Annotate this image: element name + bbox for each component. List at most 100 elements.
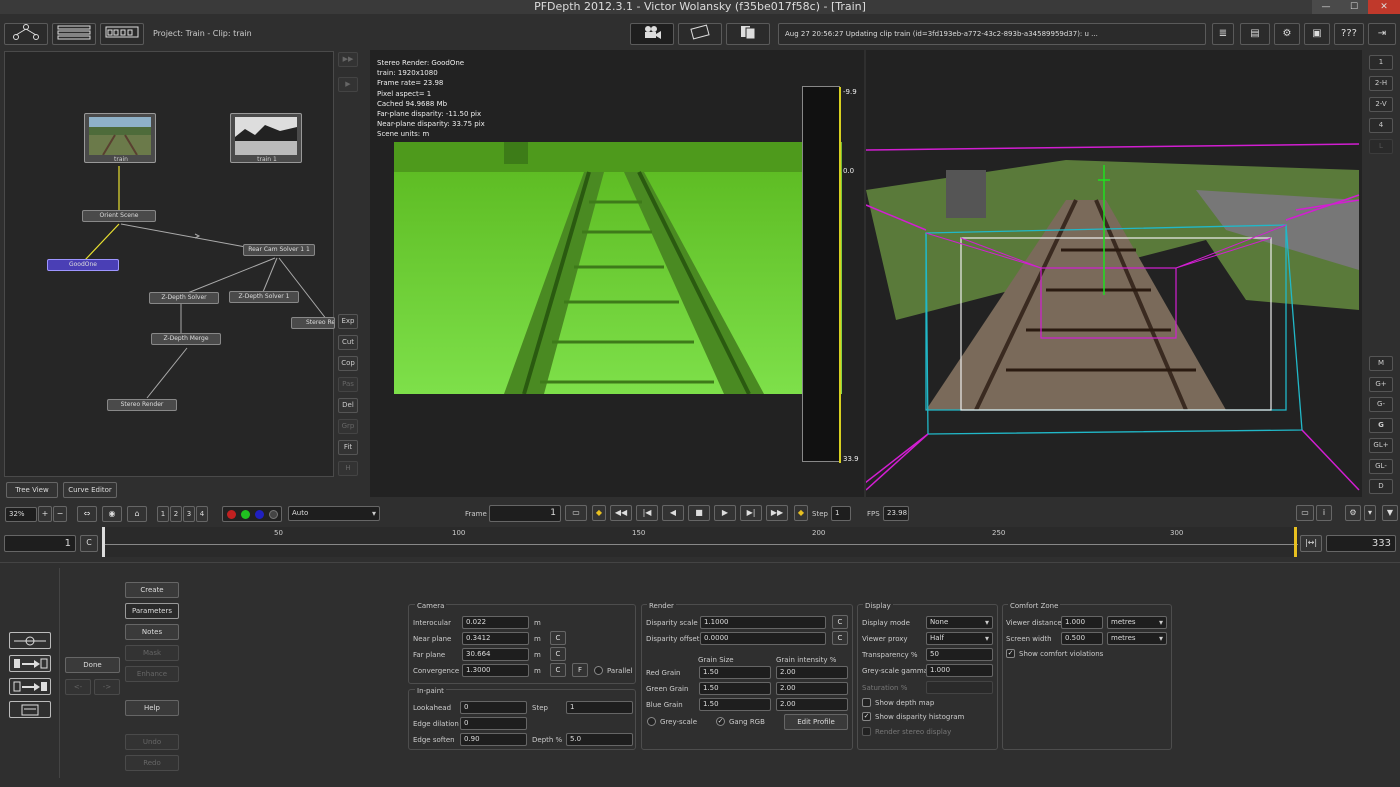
show-depth-map-checkbox[interactable]	[862, 698, 871, 707]
fit-button[interactable]: Fit	[338, 440, 358, 455]
delete-button[interactable]: Del	[338, 398, 358, 413]
viewer-proxy-select[interactable]: Half	[926, 632, 993, 645]
node-train1-thumb[interactable]: train 1	[230, 113, 302, 163]
node-stereo-render[interactable]: Stereo Render	[107, 399, 177, 411]
screen-width-unit-select[interactable]: metres	[1107, 632, 1167, 645]
done-button[interactable]: Done	[65, 657, 120, 673]
timeline-playhead[interactable]	[102, 527, 105, 557]
display-mode-select[interactable]: None	[926, 616, 993, 629]
timeline-start[interactable]: 1	[4, 535, 76, 552]
node-train-thumb[interactable]: train	[84, 113, 156, 163]
clips-layout-button[interactable]	[100, 23, 144, 45]
grid-minus-button[interactable]: G-	[1369, 397, 1393, 412]
tree-layout-button[interactable]	[4, 23, 48, 45]
gang-rgb-checkbox[interactable]: ✓	[716, 717, 725, 726]
hide-button[interactable]: H	[338, 461, 358, 476]
timeline-c-button[interactable]: C	[80, 535, 98, 552]
play-reverse-button[interactable]: ◀	[662, 505, 684, 521]
minimize-button[interactable]: —	[1312, 0, 1340, 14]
node-zdepth-solver-1[interactable]: Z-Depth Solver 1	[229, 291, 299, 303]
mask-button[interactable]: Mask	[125, 645, 179, 661]
enhance-button[interactable]: Enhance	[125, 666, 179, 682]
node-orient-scene[interactable]: Orient Scene	[82, 210, 156, 222]
greyscale-checkbox[interactable]	[647, 717, 656, 726]
channel-mode-select[interactable]: Auto	[288, 506, 380, 521]
edge-soften-input[interactable]: 0.90	[460, 733, 527, 746]
stop-button[interactable]: ■	[688, 505, 710, 521]
blue-grain-size-input[interactable]: 1.50	[699, 698, 771, 711]
far-plane-input[interactable]: 30.664	[462, 648, 529, 661]
convergence-input[interactable]: 1.3000	[462, 664, 529, 677]
disparity-offset-input[interactable]: 0.0000	[700, 632, 826, 645]
view-l-button[interactable]: L	[1369, 139, 1393, 154]
film-view-button[interactable]	[678, 23, 722, 45]
view-slot-2[interactable]: 2	[170, 506, 182, 522]
viewer-3d[interactable]	[855, 50, 1362, 497]
red-grain-intensity-input[interactable]: 2.00	[776, 666, 848, 679]
near-plane-c-button[interactable]: C	[550, 631, 566, 645]
export-button[interactable]: ▣	[1304, 23, 1330, 45]
convergence-c-button[interactable]: C	[550, 663, 566, 677]
documents-button[interactable]	[726, 23, 770, 45]
disparity-scale-c-button[interactable]: C	[832, 615, 848, 629]
maximize-button[interactable]: ☐	[1340, 0, 1368, 14]
grid-lines-minus-button[interactable]: GL-	[1369, 459, 1393, 474]
blue-grain-intensity-input[interactable]: 2.00	[776, 698, 848, 711]
disparity-offset-c-button[interactable]: C	[832, 631, 848, 645]
exit-button[interactable]: ⇥	[1368, 23, 1396, 45]
play-button[interactable]: ▶	[338, 77, 358, 92]
redo-button[interactable]: Redo	[125, 755, 179, 771]
view-2v-button[interactable]: 2-V	[1369, 97, 1393, 112]
timeline-track[interactable]: 50 100 150 200 250 300	[102, 527, 1298, 557]
show-histogram-checkbox[interactable]: ✓	[862, 712, 871, 721]
greyscale-gamma-input[interactable]: 1.000	[926, 664, 993, 677]
help-panel-button[interactable]: Help	[125, 700, 179, 716]
timeline-end-marker[interactable]	[1294, 527, 1297, 557]
close-button[interactable]: ✕	[1368, 0, 1400, 14]
copy-button[interactable]: Cop	[338, 356, 358, 371]
blue-channel-toggle[interactable]	[255, 510, 264, 519]
alpha-channel-toggle[interactable]	[269, 510, 278, 519]
play-forward-button[interactable]: ▶▶	[338, 52, 358, 67]
depth-percent-input[interactable]: 5.0	[566, 733, 633, 746]
snapshot-button[interactable]: ⌂	[127, 506, 147, 522]
render-stereo-checkbox[interactable]	[862, 727, 871, 736]
rewind-start-button[interactable]: ◀◀	[610, 505, 632, 521]
grid-plus-button[interactable]: G+	[1369, 377, 1393, 392]
next-key-button[interactable]: ◆	[794, 505, 808, 521]
green-grain-size-input[interactable]: 1.50	[699, 682, 771, 695]
viewer-distance-unit-select[interactable]: metres	[1107, 616, 1167, 629]
forward-button[interactable]: ->	[94, 679, 120, 695]
paste-button[interactable]: Pas	[338, 377, 358, 392]
import-tool-button[interactable]	[9, 655, 51, 672]
zoom-in-button[interactable]: +	[38, 506, 52, 522]
notes-tab-button[interactable]: Notes	[125, 624, 179, 640]
viewer-distance-input[interactable]: 1.000	[1061, 616, 1103, 629]
slider-tool-button[interactable]	[9, 632, 51, 649]
green-channel-toggle[interactable]	[241, 510, 250, 519]
tab-tree-view[interactable]: Tree View	[6, 482, 58, 498]
comfort-violations-checkbox[interactable]: ✓	[1006, 649, 1015, 658]
help-button[interactable]: ???	[1334, 23, 1364, 45]
node-zdepth-merge[interactable]: Z-Depth Merge	[151, 333, 221, 345]
step-input[interactable]: 1	[831, 506, 851, 521]
node-zdepth-solver[interactable]: Z-Depth Solver	[149, 292, 219, 304]
transparency-input[interactable]: 50	[926, 648, 993, 661]
fit-view-button[interactable]: ⇔	[77, 506, 97, 522]
monitor-button[interactable]: ▭	[565, 505, 587, 521]
back-button[interactable]: <-	[65, 679, 91, 695]
prev-key-button[interactable]: ◆	[592, 505, 606, 521]
view-4-button[interactable]: 4	[1369, 118, 1393, 133]
project-tool-button[interactable]	[9, 701, 51, 718]
settings-button[interactable]: ⚙	[1274, 23, 1300, 45]
node-rear-cam-solver[interactable]: Rear Cam Solver 1 1	[243, 244, 315, 256]
layout-toggle-button[interactable]: ▭	[1296, 505, 1314, 521]
screen-width-input[interactable]: 0.500	[1061, 632, 1103, 645]
tab-curve-editor[interactable]: Curve Editor	[63, 482, 117, 498]
depth-button[interactable]: D	[1369, 479, 1393, 494]
view-slot-4[interactable]: 4	[196, 506, 208, 522]
green-grain-intensity-input[interactable]: 2.00	[776, 682, 848, 695]
preferences-button[interactable]: ⚙	[1345, 505, 1361, 521]
info-button[interactable]: i	[1316, 505, 1332, 521]
view-m-button[interactable]: M	[1369, 356, 1393, 371]
